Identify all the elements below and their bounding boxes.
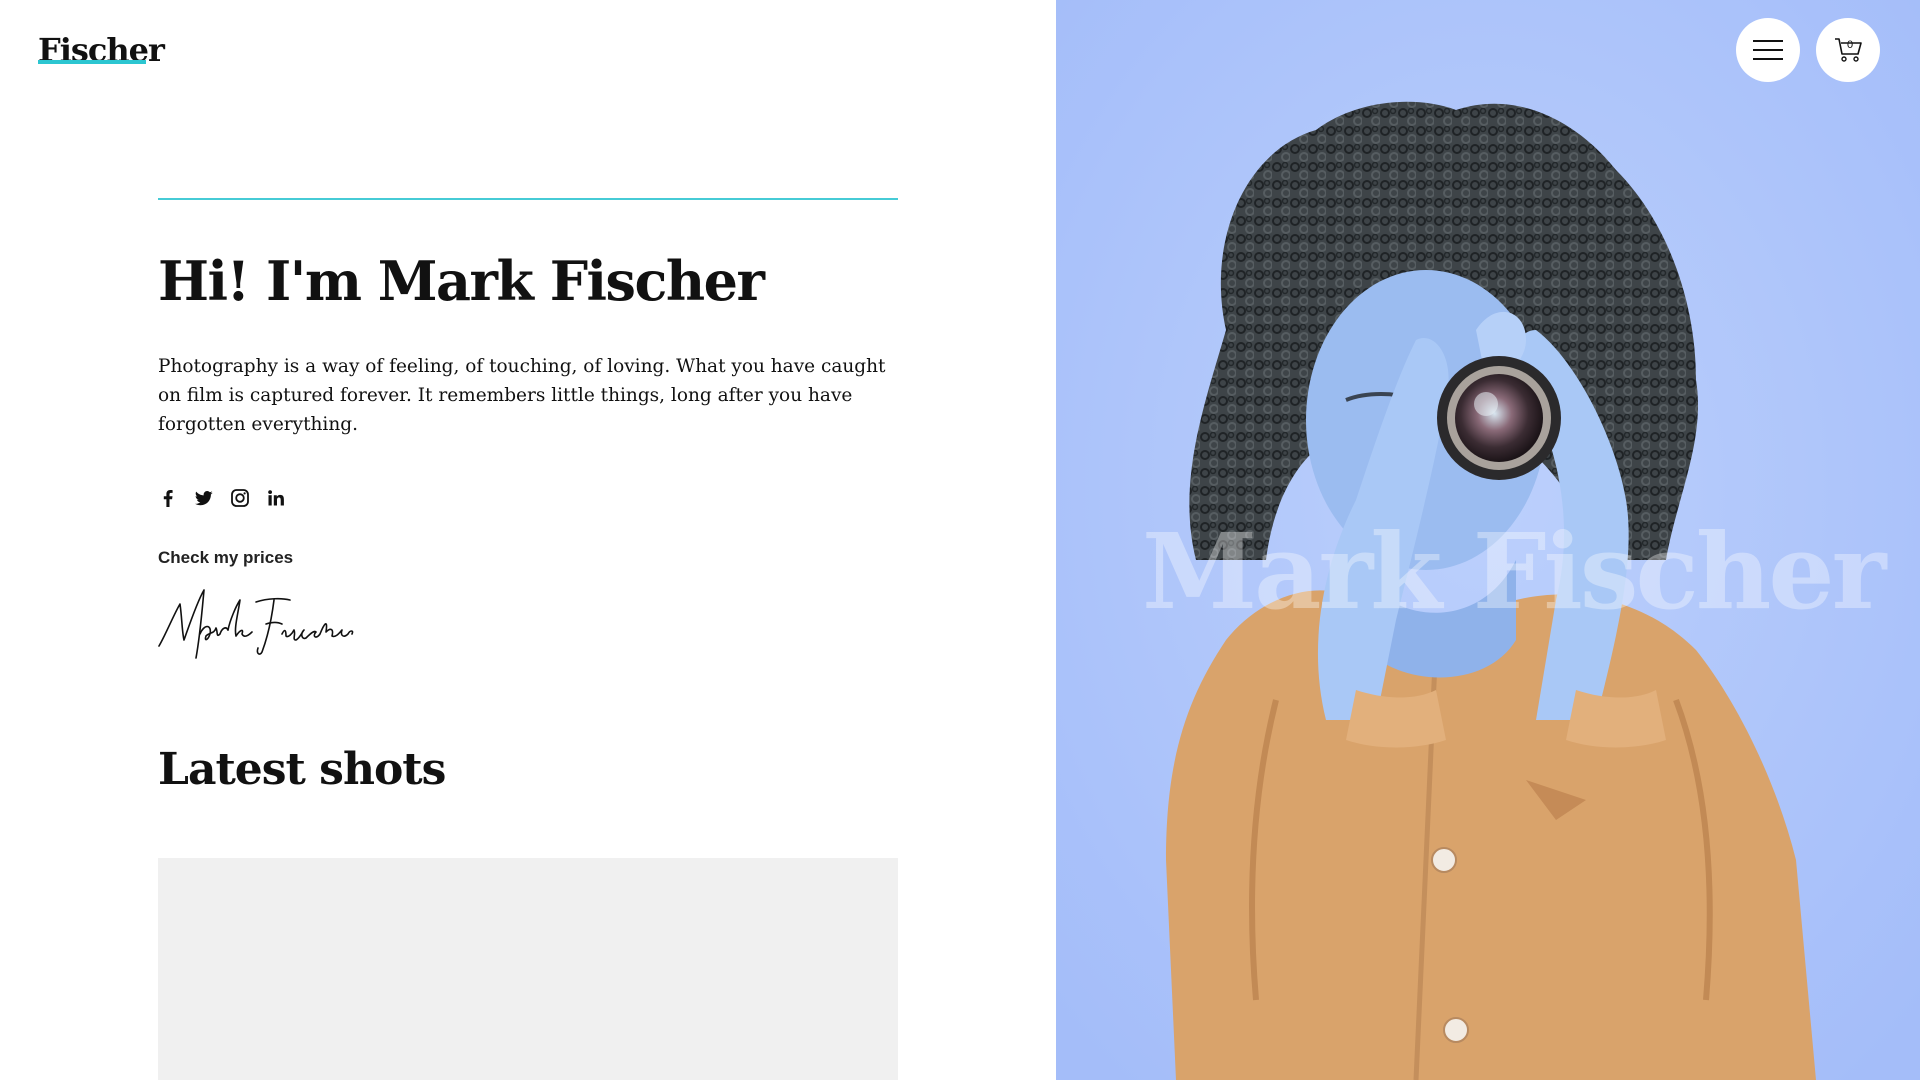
cart-count-badge: 0 [1846,39,1854,51]
signature-image [158,589,354,659]
instagram-link[interactable] [230,488,250,508]
hero-photo-panel: Mark Fischer 0 [1056,0,1920,1080]
page-title: Hi! I'm Mark Fischer [158,249,765,313]
site-logo[interactable]: Fischer [38,30,165,70]
instagram-icon [231,489,249,507]
accent-divider [158,198,898,200]
facebook-icon [163,489,173,507]
twitter-link[interactable] [194,488,214,508]
social-links [158,488,286,508]
hamburger-menu-icon [1753,40,1783,60]
menu-button[interactable] [1736,18,1800,82]
linkedin-link[interactable] [266,488,286,508]
page: Fischer Hi! I'm Mark Fischer Photography… [0,0,1920,1080]
latest-shots-heading: Latest shots [158,744,446,795]
cart-button[interactable]: 0 [1816,18,1880,82]
logo-underline [38,60,146,64]
latest-shot-image[interactable] [158,858,898,1080]
twitter-icon [195,490,213,505]
intro-text: Photography is a way of feeling, of touc… [158,356,886,435]
hero-overlay-name: Mark Fischer [1142,510,1886,633]
facebook-link[interactable] [158,488,178,508]
content-panel: Fischer Hi! I'm Mark Fischer Photography… [0,0,1056,1080]
check-prices-link[interactable]: Check my prices [158,546,293,570]
linkedin-icon [268,490,284,506]
